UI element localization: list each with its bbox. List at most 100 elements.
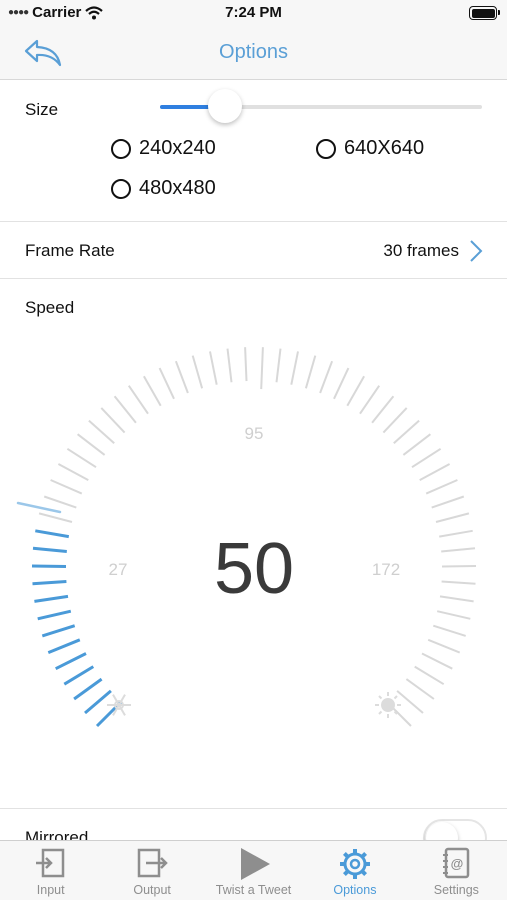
gauge-tick (34, 594, 69, 603)
gauge-tick (100, 407, 126, 434)
tab-output[interactable]: Output (101, 841, 202, 900)
gauge-tick (427, 638, 461, 654)
gauge-tick (76, 433, 106, 456)
chevron-right-icon (470, 240, 483, 262)
gauge-tick (382, 407, 408, 434)
gauge-tick (411, 447, 442, 469)
speed-value: 50 (214, 529, 294, 609)
gauge-tick (244, 347, 248, 382)
tab-options[interactable]: Options (304, 841, 405, 900)
gauge-tick (396, 690, 424, 714)
gauge-tick (290, 351, 299, 385)
gauge-tick (63, 665, 95, 686)
output-icon (137, 848, 168, 878)
gauge-tick (371, 395, 395, 424)
gauge-tick (275, 348, 282, 383)
gauge-tick (226, 348, 233, 383)
gauge-tick (441, 565, 477, 568)
input-icon (35, 848, 64, 878)
gauge-tick-label-right: 172 (372, 560, 400, 579)
gauge-tick (38, 512, 73, 523)
gauge-tick (441, 547, 476, 553)
gauge-tick (436, 610, 471, 620)
battery-icon (469, 6, 500, 20)
slider-thumb[interactable] (208, 89, 242, 123)
svg-text:@: @ (451, 856, 464, 871)
size-section: Size 240x240 640X640 480x480 (0, 80, 507, 222)
tab-label: Output (133, 883, 171, 897)
tab-label: Twist a Tweet (215, 883, 292, 897)
size-label: Size (25, 100, 59, 119)
gauge-tick (35, 529, 70, 539)
gauge-tick (405, 678, 435, 700)
gauge-tick (57, 463, 89, 481)
gauge-tick (209, 351, 218, 385)
gauge-tick (66, 447, 97, 469)
frame-rate-row[interactable]: Frame Rate 30 frames (0, 222, 507, 279)
gauge-tick (37, 609, 72, 621)
gauge-tick (402, 433, 432, 456)
gauge-tick (55, 652, 87, 671)
size-option-label: 240x240 (139, 137, 216, 159)
speed-gauge[interactable]: 95 27 172 50 (0, 279, 507, 809)
gauge-tick (143, 375, 162, 407)
size-option-label: 480x480 (139, 177, 216, 199)
play-icon (240, 848, 270, 880)
tab-bar: Input Output Twist a Tweet Options @ Set… (0, 840, 507, 900)
status-time: 7:24 PM (225, 4, 282, 21)
gauge-tick (50, 479, 83, 495)
gauge-tick (435, 512, 470, 523)
page-title: Options (219, 41, 288, 63)
tab-label: Options (333, 883, 377, 897)
gauge-tick (419, 463, 451, 481)
gauge-tick (439, 595, 474, 603)
gauge-tick (414, 665, 445, 686)
tab-input[interactable]: Input (0, 841, 101, 900)
tab-label: Settings (433, 883, 479, 897)
tab-settings[interactable]: @ Settings (406, 841, 507, 900)
gauge-tick (319, 360, 334, 394)
gauge-needle-trail (16, 501, 62, 514)
gauge-tick (73, 677, 103, 701)
radio-circle-icon (111, 138, 131, 159)
gauge-tick-label-left: 27 (109, 560, 128, 579)
frame-rate-value: 30 frames (383, 241, 459, 260)
gauge-tick (421, 652, 453, 670)
gauge-tick (127, 385, 149, 415)
gauge-tick (425, 479, 458, 495)
status-bar: ●●●● Carrier 7:24 PM (0, 0, 507, 28)
size-option-480[interactable]: 480x480 (111, 177, 216, 200)
gauge-tick (431, 495, 465, 509)
gauge-tick (191, 355, 204, 389)
gauge-tick (32, 546, 67, 553)
gear-icon (339, 849, 370, 879)
size-option-640[interactable]: 640X640 (316, 137, 424, 160)
gauge-tick (346, 375, 365, 407)
gauge-tick (43, 495, 77, 509)
gauge-tick (31, 564, 67, 568)
gauge-tick (32, 580, 67, 586)
gauge-tick (333, 367, 350, 400)
gauge-tick (304, 355, 317, 389)
gauge-tick (88, 419, 115, 445)
sun-icon (375, 692, 401, 718)
gauge-tick (41, 624, 76, 638)
address-book-icon: @ (443, 847, 470, 879)
tab-twist-a-tweet[interactable]: Twist a Tweet (203, 841, 304, 900)
speed-section: Speed 95 27 172 50 (0, 279, 507, 809)
gauge-tick (174, 360, 189, 394)
size-option-240[interactable]: 240x240 (111, 137, 216, 160)
gauge-tick (359, 385, 381, 415)
gauge-tick (113, 395, 137, 424)
radio-circle-icon (316, 138, 336, 159)
gauge-tick (393, 419, 420, 445)
navigation-bar: Options (0, 28, 507, 80)
gauge-tick (47, 638, 81, 654)
gauge-tick (441, 580, 476, 585)
gauge-tick (432, 624, 467, 637)
gauge-tick (84, 689, 112, 715)
gauge-tick-label-top: 95 (245, 424, 264, 443)
size-slider[interactable] (160, 89, 482, 123)
gauge-tick (260, 347, 264, 390)
gauge-tick (439, 529, 473, 538)
